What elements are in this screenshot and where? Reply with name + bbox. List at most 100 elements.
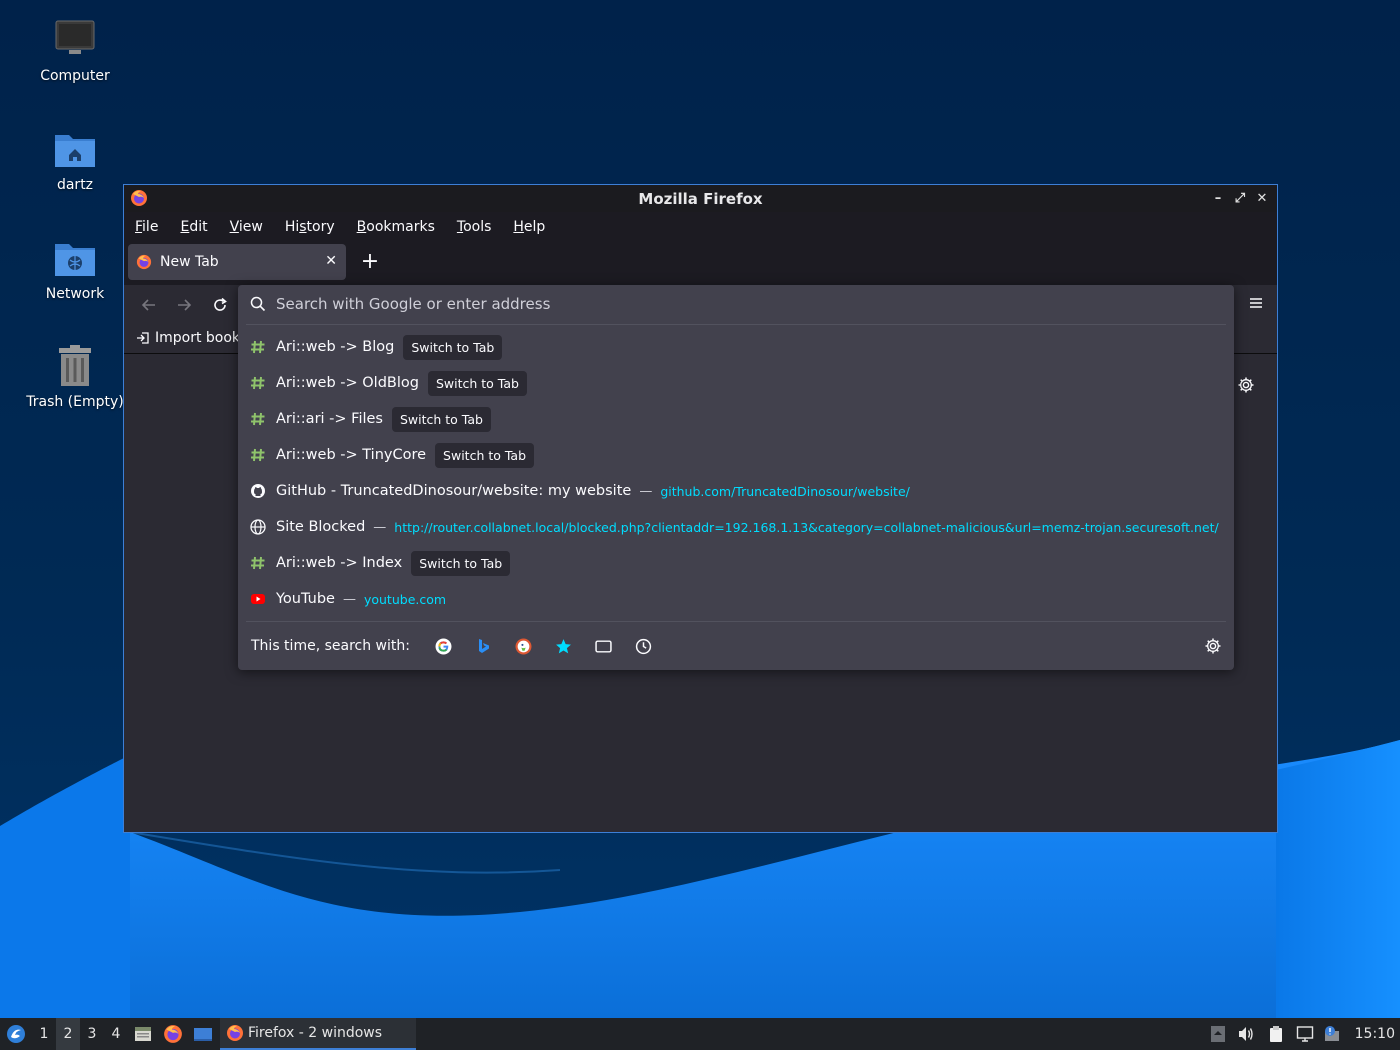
urlbar-divider bbox=[246, 324, 1226, 325]
reload-button[interactable] bbox=[208, 293, 232, 317]
search-icon bbox=[250, 296, 266, 312]
urlbar-result[interactable]: Ari::web -> Blog Switch to Tab bbox=[238, 329, 1234, 365]
volume-button[interactable] bbox=[1231, 1018, 1261, 1050]
menu-history[interactable]: History bbox=[285, 219, 346, 235]
updates-button[interactable] bbox=[1319, 1018, 1345, 1050]
duckduckgo-search-button[interactable] bbox=[504, 631, 544, 661]
tab-title: New Tab bbox=[160, 254, 219, 270]
urlbar-result[interactable]: GitHub - TruncatedDinosour/website: my w… bbox=[238, 473, 1234, 509]
arrow-left-icon bbox=[141, 299, 155, 311]
minimize-button[interactable]: – bbox=[1209, 188, 1227, 208]
globe-icon bbox=[250, 519, 266, 535]
maximize-button[interactable]: ⤢ bbox=[1231, 188, 1249, 208]
menubar: File Edit View History Bookmarks Tools H… bbox=[124, 212, 1277, 241]
taskbar-task-firefox[interactable]: Firefox - 2 windows bbox=[220, 1018, 416, 1050]
menu-bookmarks[interactable]: Bookmarks bbox=[357, 219, 446, 235]
forward-button[interactable] bbox=[172, 293, 196, 317]
history-search-button[interactable] bbox=[624, 631, 664, 661]
menu-view[interactable]: View bbox=[230, 219, 274, 235]
hashtag-icon bbox=[250, 339, 266, 355]
window-title: Mozilla Firefox bbox=[638, 189, 763, 208]
tab-close-icon[interactable]: ✕ bbox=[325, 253, 337, 269]
tray-toggle-button[interactable] bbox=[1205, 1018, 1231, 1050]
menu-help-accel: H bbox=[513, 218, 524, 235]
menu-history-label: tory bbox=[306, 218, 335, 235]
firefox-launcher[interactable] bbox=[158, 1018, 188, 1050]
new-tab-button[interactable]: + bbox=[358, 247, 382, 275]
google-search-button[interactable] bbox=[424, 631, 464, 661]
history-icon bbox=[636, 638, 652, 654]
clock[interactable]: 15:10 bbox=[1355, 1026, 1395, 1042]
desktop-icon-label: Network bbox=[45, 286, 105, 302]
duckduckgo-icon bbox=[516, 638, 532, 654]
menu-file-label: ile bbox=[142, 218, 159, 235]
bing-icon bbox=[478, 639, 489, 653]
urlbar-result[interactable]: Ari::web -> TinyCore Switch to Tab bbox=[238, 437, 1234, 473]
desktop-icon-network[interactable]: Network bbox=[15, 236, 135, 302]
file-manager-launcher[interactable] bbox=[128, 1018, 158, 1050]
tabs-icon bbox=[595, 639, 613, 653]
clipboard-button[interactable] bbox=[1261, 1018, 1291, 1050]
urlbar-result[interactable]: Site Blocked — http://router.collabnet.l… bbox=[238, 509, 1234, 545]
result-url: youtube.com bbox=[363, 591, 447, 607]
urlbar-result[interactable]: YouTube — youtube.com bbox=[238, 581, 1234, 617]
chevron-up-icon bbox=[1210, 1026, 1225, 1042]
urlbar-result[interactable]: Ari::web -> OldBlog Switch to Tab bbox=[238, 365, 1234, 401]
import-bookmarks-button[interactable]: Import book bbox=[136, 330, 240, 346]
menu-help[interactable]: Help bbox=[513, 219, 556, 235]
switch-to-tab-badge: Switch to Tab bbox=[427, 370, 527, 396]
workspace-1[interactable]: 1 bbox=[32, 1018, 56, 1050]
menu-file-accel: F bbox=[135, 218, 143, 235]
urlbar-result[interactable]: Ari::web -> Index Switch to Tab bbox=[238, 545, 1234, 581]
hamburger-menu-icon bbox=[1250, 298, 1262, 308]
menu-tools-label: ools bbox=[463, 218, 492, 235]
urlbar-input[interactable] bbox=[276, 292, 1176, 316]
result-title: YouTube bbox=[276, 591, 335, 607]
app-menu-button[interactable] bbox=[1249, 296, 1263, 314]
show-desktop-button[interactable] bbox=[188, 1018, 218, 1050]
switch-to-tab-badge: Switch to Tab bbox=[403, 334, 503, 360]
window-titlebar[interactable]: Mozilla Firefox – ⤢ ✕ bbox=[124, 185, 1277, 212]
urlbar-result[interactable]: Ari::ari -> Files Switch to Tab bbox=[238, 401, 1234, 437]
file-manager-icon bbox=[135, 1027, 151, 1041]
menu-history-accel: s bbox=[299, 218, 307, 235]
switch-to-tab-badge: Switch to Tab bbox=[391, 406, 491, 432]
result-url: http://router.collabnet.local/blocked.ph… bbox=[394, 519, 1219, 535]
result-title: Ari::web -> Index bbox=[276, 555, 403, 571]
search-settings-button[interactable] bbox=[1204, 637, 1222, 659]
desktop-icon-home[interactable]: dartz bbox=[15, 127, 135, 193]
workspace-3[interactable]: 3 bbox=[80, 1018, 104, 1050]
network-folder-icon bbox=[55, 244, 95, 276]
desktop-icon-trash[interactable]: Trash (Empty) bbox=[15, 344, 135, 410]
result-separator: — bbox=[639, 483, 653, 499]
workspace-4[interactable]: 4 bbox=[104, 1018, 128, 1050]
menu-file[interactable]: File bbox=[135, 219, 169, 235]
tabs-search-button[interactable] bbox=[584, 631, 624, 661]
menu-edit[interactable]: Edit bbox=[180, 219, 218, 235]
import-bookmarks-label: Import book bbox=[155, 330, 241, 346]
menu-tools[interactable]: Tools bbox=[457, 219, 503, 235]
workspace-2[interactable]: 2 bbox=[56, 1018, 80, 1050]
gear-icon bbox=[1205, 638, 1221, 654]
network-status-button[interactable] bbox=[1291, 1018, 1319, 1050]
menu-edit-accel: E bbox=[180, 218, 190, 235]
menu-bookmarks-accel: B bbox=[356, 218, 367, 235]
close-button[interactable]: ✕ bbox=[1253, 188, 1271, 208]
volume-icon bbox=[1238, 1027, 1253, 1041]
hashtag-icon bbox=[250, 555, 266, 571]
tab-new-tab[interactable]: New Tab ✕ bbox=[128, 244, 346, 280]
trash-icon bbox=[59, 345, 91, 386]
firefox-icon bbox=[136, 254, 152, 270]
desktop-icon bbox=[194, 1028, 212, 1041]
bookmarks-search-button[interactable] bbox=[544, 631, 584, 661]
bing-search-button[interactable] bbox=[464, 631, 504, 661]
home-folder-icon bbox=[55, 135, 95, 167]
firefox-icon bbox=[131, 190, 147, 206]
menu-bookmarks-label: ookmarks bbox=[366, 218, 435, 235]
back-button[interactable] bbox=[137, 293, 161, 317]
gear-icon bbox=[1238, 377, 1254, 393]
desktop-icon-computer[interactable]: Computer bbox=[15, 18, 135, 84]
customize-new-tab-button[interactable] bbox=[1237, 376, 1255, 398]
start-menu-button[interactable] bbox=[0, 1018, 32, 1050]
result-title: Site Blocked bbox=[276, 519, 366, 535]
